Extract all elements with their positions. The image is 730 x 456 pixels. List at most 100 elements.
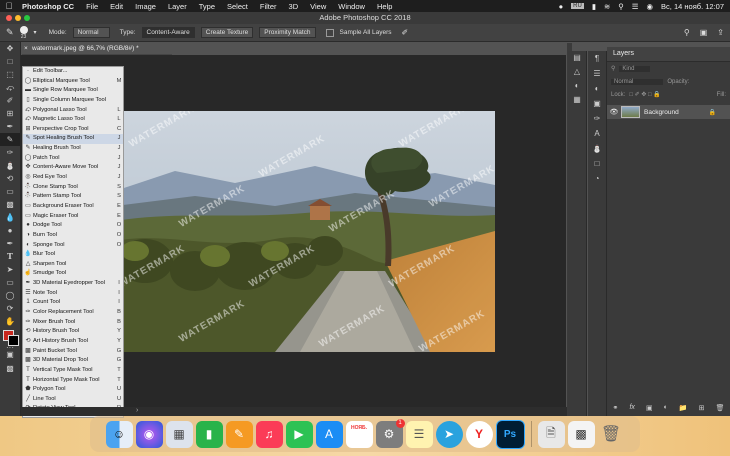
layers-panel-title[interactable]: Layers — [607, 47, 730, 62]
window-close-button[interactable] — [6, 15, 12, 21]
flyout-item[interactable]: 💧 Blur Tool — [23, 250, 123, 260]
properties-panel-icon[interactable]: ☰ — [588, 66, 606, 81]
spot-healing-brush-icon[interactable]: ✎ — [6, 27, 14, 38]
flyout-item[interactable]: ⟲ Art History Brush Tool Y — [23, 337, 123, 347]
delete-layer-icon[interactable]: 🗑 — [716, 404, 725, 416]
launchpad-app-icon[interactable]: ▦ — [165, 420, 193, 448]
flyout-item[interactable]: ◯ Elliptical Marquee Tool M — [23, 77, 123, 87]
battery-icon[interactable]: ▮ — [592, 2, 596, 11]
healing-brush-tool-icon[interactable]: ✎ — [0, 133, 20, 146]
share-icon[interactable]: ⇪ — [717, 28, 724, 37]
layer-blend-mode-select[interactable]: Normal — [611, 78, 664, 85]
screenshot-stack-icon[interactable]: ▩ — [567, 420, 595, 448]
flyout-item[interactable]: ✎ Spot Healing Brush Tool J — [23, 134, 123, 145]
flyout-item[interactable]: ▭ Background Eraser Tool E — [23, 202, 123, 212]
brush-tool-icon[interactable]: ✑ — [0, 146, 20, 159]
flyout-item[interactable]: ▩ Paint Bucket Tool G — [23, 347, 123, 357]
flyout-item[interactable]: ⤽ Magnetic Lasso Tool L — [23, 115, 123, 125]
system-preferences-app-icon[interactable]: ⚙ 1 — [375, 418, 405, 448]
menu-image[interactable]: Image — [129, 2, 162, 11]
yandex-browser-app-icon[interactable]: Y — [465, 420, 493, 448]
clone-stamp-tool-icon[interactable]: ⛄ — [0, 159, 20, 172]
status-arrow-icon[interactable]: › — [136, 407, 138, 414]
telegram-app-icon[interactable]: ➤ — [435, 420, 463, 448]
flyout-item[interactable]: ⛄ Clone Stamp Tool S — [23, 183, 123, 193]
menu-view[interactable]: View — [304, 2, 332, 11]
calendar-app-icon[interactable]: НОЯБ. 14 — [345, 420, 373, 448]
character-panel-icon[interactable]: A — [588, 126, 606, 141]
finder-app-icon[interactable]: ☺ — [105, 420, 133, 448]
apple-logo-icon[interactable]:  — [0, 1, 18, 11]
brush-preset-picker[interactable]: 23 — [19, 25, 28, 40]
window-minimize-button[interactable] — [15, 15, 21, 21]
adjustments-panel-icon[interactable]: ◐ — [588, 81, 606, 96]
dodge-tool-icon[interactable]: ● — [0, 224, 20, 237]
flyout-item[interactable]: T Horizontal Type Mask Tool T — [23, 376, 123, 386]
siri-app-icon[interactable]: ◉ — [135, 420, 163, 448]
search-icon[interactable]: ⚲ — [684, 28, 690, 37]
flyout-item[interactable]: 1 Count Tool I — [23, 298, 123, 308]
new-group-icon[interactable]: 📁 — [679, 404, 688, 416]
adjustment-layer-icon[interactable]: ◐ — [664, 404, 668, 416]
ellipse-tool-icon[interactable]: ◯ — [0, 289, 20, 302]
flyout-item[interactable]: ▩ 3D Material Drop Tool G — [23, 356, 123, 366]
flyout-item[interactable]: ⛄ Pattern Stamp Tool S — [23, 192, 123, 202]
menu-layer[interactable]: Layer — [162, 2, 193, 11]
history-panel-icon[interactable]: ▤ — [568, 51, 586, 65]
workspace-icon[interactable]: ▣ — [700, 28, 708, 37]
flyout-item[interactable]: ╱ Line Tool U — [23, 395, 123, 405]
creative-cloud-icon[interactable]: ● — [559, 2, 564, 11]
menu-file[interactable]: File — [80, 2, 104, 11]
hand-tool-icon[interactable]: ✋ — [0, 315, 20, 328]
pen-tool-icon[interactable]: ✒ — [0, 237, 20, 250]
histogram-panel-icon[interactable]: □ — [588, 156, 606, 171]
flyout-item[interactable]: ▯ Single Column Marquee Tool — [23, 96, 123, 106]
eyedropper-tool-icon[interactable]: ✒ — [0, 120, 20, 133]
flyout-item[interactable]: ☝ Smudge Tool — [23, 269, 123, 279]
keyboard-layout-indicator[interactable]: RU — [571, 3, 584, 9]
siri-icon[interactable]: ◉ — [647, 2, 654, 11]
blur-tool-icon[interactable]: 💧 — [0, 211, 20, 224]
wifi-icon[interactable]: ≋ — [604, 2, 610, 11]
music-app-icon[interactable]: ♫ — [255, 420, 283, 448]
history-brush-tool-icon[interactable]: ⟲ — [0, 172, 20, 185]
menu-window[interactable]: Window — [332, 2, 371, 11]
mode-select[interactable]: Normal — [72, 27, 110, 38]
flyout-item[interactable]: ◐ Sponge Tool O — [23, 241, 123, 251]
quick-selection-tool-icon[interactable]: ✐ — [0, 94, 20, 107]
pages-app-icon[interactable]: ✎ — [225, 420, 253, 448]
control-center-icon[interactable]: ☰ — [632, 2, 639, 11]
photoshop-app-icon[interactable]: Ps — [495, 419, 525, 449]
pressure-size-icon[interactable]: ✐ — [402, 28, 409, 37]
flyout-item[interactable]: ▭ Magic Eraser Tool E — [23, 212, 123, 222]
gradient-tool-icon[interactable]: ▩ — [0, 198, 20, 211]
sample-all-layers-checkbox[interactable] — [325, 28, 334, 37]
lasso-tool-icon[interactable]: ⤽ — [0, 81, 20, 94]
spotlight-search-icon[interactable]: ⚲ — [618, 2, 624, 11]
flyout-item[interactable]: ✥ Content-Aware Move Tool J — [23, 163, 123, 173]
3d-rotate-icon[interactable]: ⟳ — [0, 302, 20, 315]
menubar-clock[interactable]: Вс, 14 нояб. 12:07 — [661, 2, 724, 11]
swatches-panel-icon[interactable]: ▦ — [568, 93, 586, 107]
background-color-swatch[interactable] — [8, 335, 19, 346]
flyout-item[interactable]: ✎ Healing Brush Tool J — [23, 144, 123, 154]
3d-panel-icon[interactable]: △ — [568, 65, 586, 79]
trash-icon[interactable]: 🗑 — [598, 421, 625, 448]
layer-filter-select[interactable]: Kind — [619, 65, 651, 72]
lock-icons[interactable]: □ ✐ ✥ □ 🔒 — [629, 91, 660, 98]
menu-type[interactable]: Type — [193, 2, 221, 11]
flyout-item[interactable]: ⤽ Polygonal Lasso Tool L — [23, 106, 123, 116]
flyout-item[interactable]: ◯ Patch Tool J — [23, 154, 123, 164]
flyout-item[interactable]: ✑ Mixer Brush Tool B — [23, 318, 123, 328]
create-texture-button[interactable]: Create Texture — [200, 27, 254, 38]
app-store-app-icon[interactable]: A — [315, 420, 343, 448]
link-layers-icon[interactable]: ⚭ — [613, 404, 619, 416]
flyout-item[interactable]: ◑ Burn Tool O — [23, 231, 123, 241]
new-layer-icon[interactable]: ⊞ — [699, 404, 705, 416]
flyout-item[interactable]: ▬ Single Row Marquee Tool — [23, 86, 123, 96]
menu-select[interactable]: Select — [221, 2, 254, 11]
layer-row-background[interactable]: 👁 Background 🔒 — [607, 105, 730, 119]
chevron-down-icon[interactable]: ▾ — [34, 29, 37, 36]
rectangle-tool-icon[interactable]: ▭ — [0, 276, 20, 289]
content-aware-button[interactable]: Content-Aware — [141, 27, 195, 38]
